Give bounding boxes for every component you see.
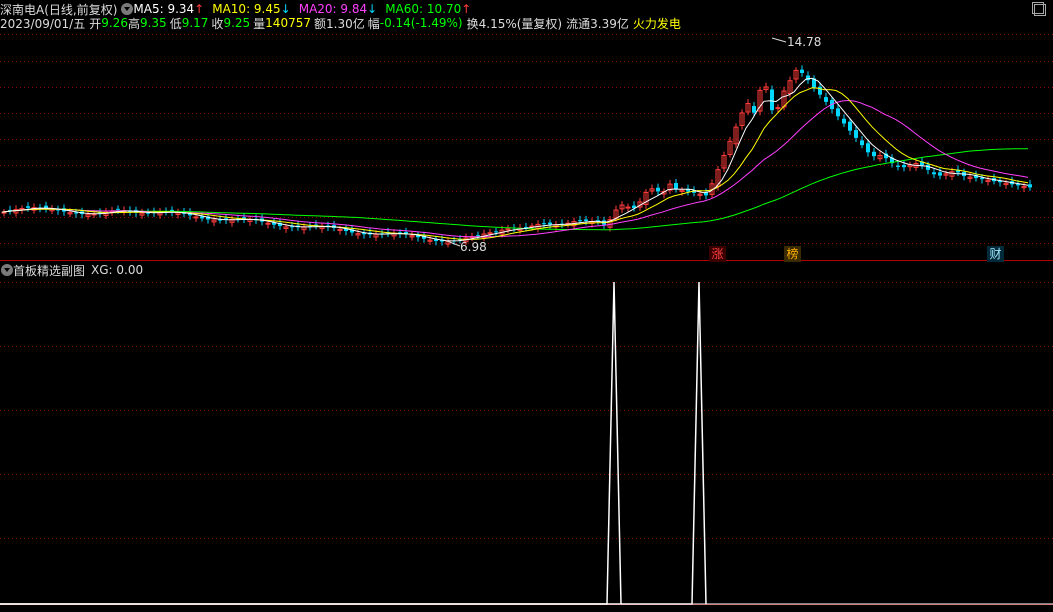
candle-body	[476, 235, 480, 237]
candle-body	[200, 216, 204, 219]
candle-body	[938, 172, 942, 176]
candle-body	[265, 222, 271, 225]
candle-body	[980, 177, 984, 180]
candle-body	[848, 121, 852, 131]
candle-body	[752, 106, 756, 113]
candle-body	[800, 69, 804, 73]
limit-up-badge[interactable]: 涨	[709, 246, 726, 262]
candle-body	[116, 208, 120, 210]
candle-body	[542, 223, 546, 225]
sub-dropdown-icon[interactable]	[1, 264, 13, 276]
candle-body	[487, 232, 493, 235]
candle-body	[932, 172, 936, 175]
candle-body	[872, 151, 876, 157]
sub-panel-title[interactable]: 首板精选副图	[13, 262, 85, 279]
candle-body	[896, 165, 900, 167]
candle-body	[674, 183, 678, 189]
candle-body	[824, 97, 828, 102]
candle-body	[26, 206, 30, 208]
candle-body	[74, 212, 78, 214]
candle-body	[1028, 184, 1032, 188]
max-pointer	[771, 37, 787, 43]
candle-body	[578, 220, 582, 222]
candle-body	[775, 107, 781, 110]
min-price-label: 6.98	[460, 240, 487, 254]
ma60-line	[1, 148, 1029, 231]
kline-chart[interactable]	[0, 0, 1053, 612]
dragon-list-badge[interactable]: 榜	[784, 246, 801, 262]
candle-body	[842, 118, 846, 124]
xg-spike	[0, 281, 622, 605]
sub-panel-header: 首板精选副图 XG: 0.00	[0, 262, 143, 278]
candle-body	[770, 89, 774, 111]
candle-body	[866, 143, 870, 153]
max-price-label: 14.78	[787, 35, 822, 49]
candle-body	[836, 108, 840, 117]
candle-body	[656, 187, 660, 192]
candle-body	[548, 222, 552, 225]
xg-spike	[0, 281, 707, 605]
candle-body	[505, 228, 511, 231]
candle-body	[625, 206, 631, 209]
ma20-line	[1, 99, 1029, 238]
candle-body	[584, 219, 588, 221]
candle-body	[494, 231, 498, 233]
xg-value: XG: 0.00	[91, 263, 144, 277]
candle-body	[902, 165, 906, 168]
candle-body	[193, 216, 199, 219]
candle-body	[860, 140, 864, 146]
candle-body	[854, 130, 858, 138]
candle-body	[19, 207, 25, 210]
ma10-line	[1, 87, 1029, 240]
finance-badge[interactable]: 财	[987, 246, 1004, 262]
